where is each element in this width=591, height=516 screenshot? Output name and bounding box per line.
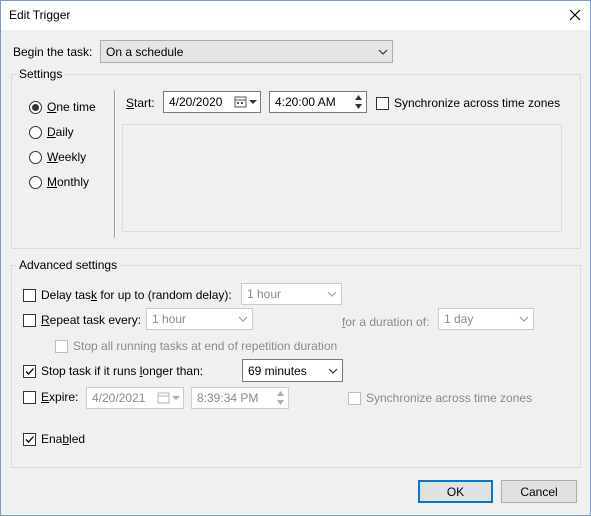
repeat-task-checkbox[interactable]: Repeat task every: (23, 313, 141, 327)
delay-value: 1 hour (247, 287, 282, 301)
spin-up-icon (354, 95, 362, 100)
radio-indicator (29, 150, 42, 164)
title-bar (0, 0, 591, 30)
spin-up-icon (276, 391, 284, 396)
start-label: Start: (126, 96, 155, 110)
time-spinner[interactable] (273, 389, 287, 407)
advanced-settings-title: Advanced settings (16, 258, 121, 272)
chevron-down-icon (238, 316, 248, 322)
chevron-down-icon (327, 291, 337, 297)
duration-dropdown[interactable]: 1 day (438, 308, 534, 330)
checkbox-indicator (23, 288, 36, 302)
checkbox-indicator (23, 313, 36, 327)
calendar-icon (234, 96, 257, 108)
checkbox-indicator (23, 390, 36, 404)
start-time-value: 4:20:00 AM (275, 95, 336, 109)
sync-timezones-checkbox[interactable]: Synchronize across time zones (376, 96, 560, 110)
chevron-down-icon (378, 49, 388, 55)
radio-indicator (29, 100, 42, 114)
expire-date-picker[interactable]: 4/20/2021 (86, 387, 184, 409)
checkmark-icon (25, 435, 34, 443)
calendar-icon (157, 392, 180, 404)
schedule-detail-pane (122, 124, 562, 232)
radio-weekly[interactable]: Weekly (29, 150, 86, 164)
stop-task-duration-dropdown[interactable]: 69 minutes (242, 359, 343, 382)
enabled-checkbox[interactable]: Enabled (23, 432, 85, 446)
checkbox-indicator (376, 96, 389, 110)
checkbox-indicator (23, 432, 36, 446)
checkbox-indicator (55, 339, 68, 353)
checkmark-icon (25, 367, 34, 375)
close-icon (569, 9, 580, 21)
begin-task-label: Begin the task: (13, 45, 93, 59)
duration-value: 1 day (444, 312, 474, 326)
stop-task-longer-checkbox[interactable]: Stop task if it runs longer than: (23, 364, 203, 378)
checkbox-indicator (23, 364, 36, 378)
begin-task-dropdown[interactable]: On a schedule (100, 40, 393, 63)
duration-label: for a duration of: (342, 315, 430, 329)
time-spinner[interactable] (351, 93, 365, 111)
window-title: Edit Trigger (9, 8, 71, 22)
expire-time-value: 8:39:34 PM (197, 391, 259, 405)
start-time-picker[interactable]: 4:20:00 AM (269, 91, 367, 113)
repeat-interval-value: 1 hour (152, 312, 187, 326)
spin-down-icon (354, 104, 362, 109)
stop-all-running-checkbox[interactable]: Stop all running tasks at end of repetit… (55, 339, 337, 353)
delay-dropdown[interactable]: 1 hour (241, 283, 342, 305)
expire-date-value: 4/20/2021 (92, 391, 146, 405)
radio-monthly[interactable]: Monthly (29, 175, 89, 189)
ok-button[interactable]: OK (418, 480, 493, 503)
settings-separator (114, 90, 116, 238)
settings-group-title: Settings (16, 67, 66, 81)
repeat-interval-dropdown[interactable]: 1 hour (146, 308, 253, 330)
spin-down-icon (276, 400, 284, 405)
start-date-picker[interactable]: 4/20/2020 (163, 91, 261, 113)
stop-task-duration-value: 69 minutes (248, 363, 307, 378)
chevron-down-icon (519, 316, 529, 322)
chevron-down-icon (328, 368, 338, 374)
checkbox-indicator (348, 391, 361, 405)
start-date-value: 4/20/2020 (169, 95, 223, 109)
radio-one-time[interactable]: One time (29, 100, 96, 114)
close-button[interactable] (558, 0, 591, 30)
cancel-button[interactable]: Cancel (501, 480, 577, 503)
radio-daily[interactable]: Daily (29, 125, 74, 139)
radio-indicator (29, 175, 42, 189)
expire-sync-timezones-checkbox[interactable]: Synchronize across time zones (348, 391, 532, 405)
delay-task-checkbox[interactable]: Delay task for up to (random delay): (23, 288, 232, 302)
radio-indicator (29, 125, 42, 139)
expire-time-picker[interactable]: 8:39:34 PM (191, 387, 289, 409)
expire-checkbox[interactable]: Expire: (23, 390, 78, 404)
begin-task-value: On a schedule (106, 44, 184, 59)
